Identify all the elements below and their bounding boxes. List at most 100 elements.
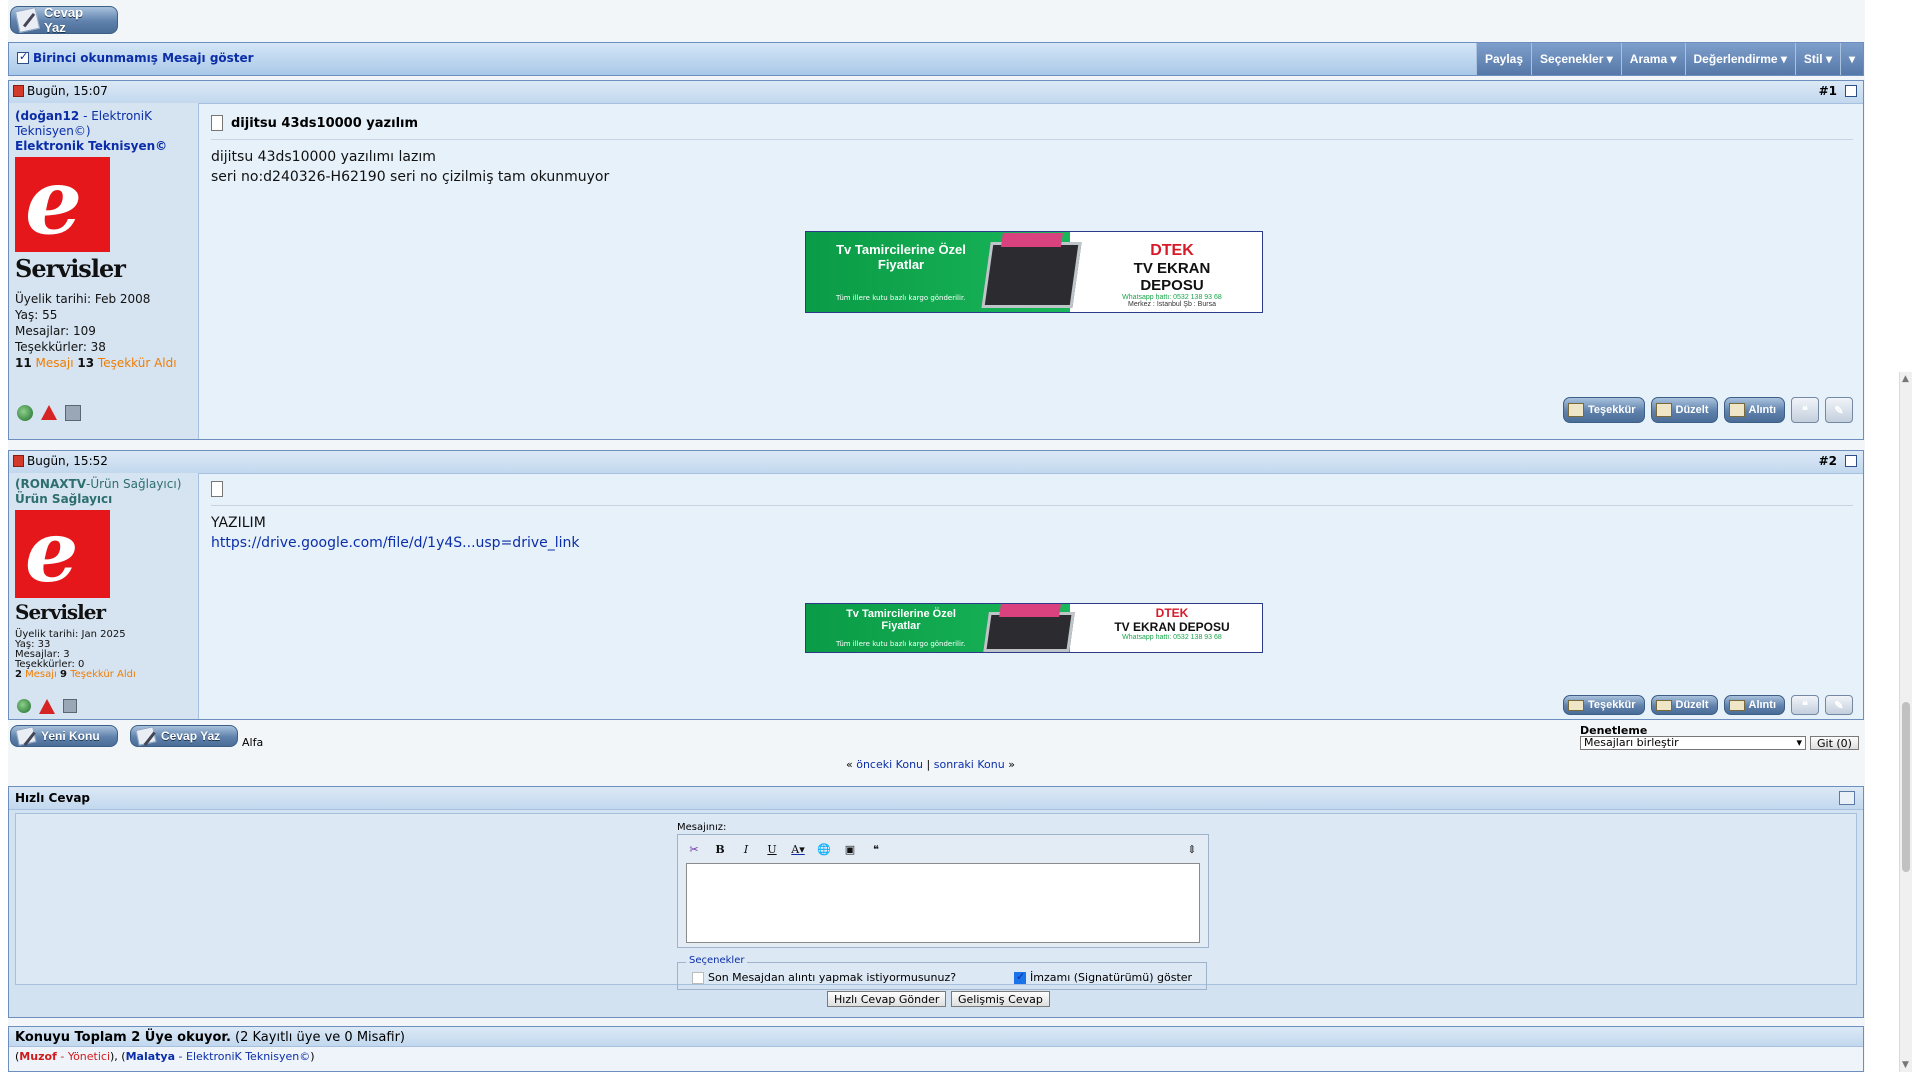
options-legend: Seçenekler: [686, 955, 748, 966]
readers-list: (Muzof - Yönetici), (Malatya - Elektroni…: [15, 1050, 315, 1063]
quote-last-checkbox[interactable]: [692, 971, 704, 984]
edit-button[interactable]: Düzelt: [1650, 397, 1718, 423]
thumbs-up-icon: [1568, 699, 1584, 711]
user-stats: Üyelik tarihi: Feb 2008 Yaş: 55 Mesajlar…: [15, 292, 177, 370]
editor-toolbar: ✂ B I U A▾ 🌐 ▣ ❝ ⇕: [684, 839, 1202, 859]
menu-rating[interactable]: Değerlendirme ▾: [1684, 43, 1795, 75]
post-number-link[interactable]: #2: [1819, 454, 1837, 468]
print-icon[interactable]: [65, 405, 81, 421]
image-icon[interactable]: ▣: [840, 840, 860, 858]
forum-thread-page: Cevap Yaz Birinci okunmamış Mesajı göste…: [8, 0, 1865, 1072]
moderation-select[interactable]: Mesajları birleştir ▾: [1580, 736, 1806, 750]
post-select-checkbox[interactable]: [1845, 455, 1857, 467]
quick-reply-panel: Hızlı Cevap Mesajınız: ✂ B I U A▾ 🌐 ▣ ❝ …: [8, 786, 1864, 1018]
scrollbar-thumb[interactable]: [1902, 702, 1910, 872]
tv-image: [983, 612, 1075, 652]
checkbox-icon: [17, 50, 29, 64]
remove-format-icon[interactable]: ✂: [684, 840, 704, 858]
menu-search[interactable]: Arama ▾: [1620, 43, 1685, 75]
print-icon[interactable]: [63, 699, 77, 713]
multi-quote-button[interactable]: ❝: [1791, 397, 1819, 423]
italic-button[interactable]: I: [736, 840, 756, 858]
reply-button-top[interactable]: Cevap Yaz: [10, 5, 118, 35]
report-icon[interactable]: [39, 699, 55, 714]
post-title: dijitsu 43ds10000 yazılım: [231, 115, 419, 131]
quick-reply-button[interactable]: ✎: [1825, 695, 1853, 715]
post-select-checkbox[interactable]: [1845, 85, 1857, 97]
post-status-icon: [13, 455, 24, 467]
post-header: Bugün, 15:07 #1: [9, 81, 1863, 104]
collapse-icon[interactable]: [1839, 791, 1855, 805]
readers-panel: Konuyu Toplam 2 Üye okuyor. (2 Kayıtlı ü…: [8, 1026, 1864, 1072]
next-topic-link[interactable]: sonraki Konu: [934, 758, 1005, 771]
avatar: e: [15, 149, 110, 255]
show-first-unread-link[interactable]: Birinci okunmamış Mesajı göster: [17, 50, 254, 65]
new-topic-button[interactable]: Yeni Konu: [10, 725, 118, 747]
font-color-icon[interactable]: A▾: [788, 840, 808, 858]
underline-button[interactable]: U: [762, 840, 782, 858]
quick-reply-title: Hızlı Cevap: [15, 791, 90, 805]
message-label: Mesajınız:: [677, 822, 727, 833]
go-button[interactable]: Git (0): [1810, 736, 1859, 750]
reply-options: Seçenekler Son Mesajdan alıntı yapmak is…: [677, 955, 1207, 990]
reply-button-bottom[interactable]: Cevap Yaz: [130, 725, 238, 747]
username-link[interactable]: (doğan12 - ElektroniK Teknisyen©): [15, 109, 192, 139]
signature-checkbox[interactable]: [1014, 970, 1026, 984]
document-icon: [211, 115, 223, 131]
resize-icon[interactable]: ⇕: [1182, 840, 1202, 858]
menu-options[interactable]: Seçenekler ▾: [1531, 43, 1621, 75]
scroll-up-icon[interactable]: ▲: [1902, 374, 1909, 384]
advanced-reply-button[interactable]: Gelişmiş Cevap: [951, 991, 1050, 1007]
quote-icon: [1728, 403, 1745, 417]
tv-image: [981, 242, 1082, 308]
reader-link[interactable]: Muzof: [19, 1050, 57, 1063]
post-2: Bugün, 15:52 #2 (RONAXTV-Ürün Sağlayıcı)…: [8, 450, 1864, 720]
report-icon[interactable]: [41, 405, 57, 420]
user-info-panel: (doğan12 - ElektroniK Teknisyen©) Elektro…: [9, 103, 199, 439]
post-content: dijitsu 43ds10000 yazılım dijitsu 43ds10…: [203, 103, 1859, 439]
quote-icon: [1728, 699, 1745, 711]
page-scrollbar[interactable]: ▲ ▼: [1899, 372, 1912, 1072]
chevron-down-icon: ▾: [1780, 52, 1787, 66]
thanked-link[interactable]: Teşekkür Aldı: [98, 356, 177, 370]
avatar-caption: Servisler: [15, 600, 106, 624]
post-body: dijitsu 43ds10000 yazılımı lazım seri no…: [211, 149, 610, 185]
prev-topic-link[interactable]: önceki Konu: [856, 758, 923, 771]
pencil-icon: [135, 726, 157, 746]
post-body: YAZILIM https://drive.google.com/file/d/…: [211, 515, 580, 551]
pencil-icon: [14, 7, 41, 33]
edit-button[interactable]: Düzelt: [1650, 695, 1718, 715]
drive-link[interactable]: https://drive.google.com/file/d/1y4S...u…: [211, 535, 580, 551]
scroll-down-icon[interactable]: ▼: [1902, 1060, 1909, 1070]
thanked-link[interactable]: Teşekkür Aldı: [70, 669, 136, 680]
online-status-icon: [17, 699, 31, 713]
post-content: YAZILIM https://drive.google.com/file/d/…: [203, 473, 1859, 719]
quick-reply-send-button[interactable]: Hızlı Cevap Gönder: [827, 991, 947, 1007]
multi-quote-button[interactable]: ❝: [1791, 695, 1819, 715]
message-textarea[interactable]: [686, 863, 1200, 943]
menu-style[interactable]: Stil ▾: [1794, 43, 1840, 75]
reply-icon: ✎: [1834, 699, 1844, 712]
thanks-button[interactable]: Teşekkür: [1563, 397, 1645, 423]
multi-quote-icon: ❝: [1802, 404, 1808, 417]
quick-reply-button[interactable]: ✎: [1825, 397, 1853, 423]
user-info-panel: (RONAXTV-Ürün Sağlayıcı) Ürün Sağlayıcı …: [9, 473, 199, 719]
menu-more[interactable]: ▾: [1839, 43, 1863, 75]
link-icon[interactable]: 🌐: [814, 840, 834, 858]
chevron-down-icon: ▾: [1606, 52, 1613, 66]
quote-icon[interactable]: ❝: [866, 840, 886, 858]
advertisement-banner[interactable]: Tv Tamircilerine Özel Fiyatlar Tüm iller…: [805, 231, 1263, 313]
readers-title: Konuyu Toplam 2 Üye okuyor.: [15, 1030, 231, 1045]
username-link[interactable]: (RONAXTV-Ürün Sağlayıcı): [15, 477, 192, 492]
menu-share[interactable]: Paylaş: [1475, 43, 1532, 75]
post-date: Bugün, 15:07: [27, 84, 108, 98]
edit-icon: [1655, 403, 1672, 417]
reader-link[interactable]: Malatya: [126, 1050, 175, 1063]
bold-button[interactable]: B: [710, 840, 730, 858]
document-icon: [211, 481, 223, 497]
quote-button[interactable]: Alıntı: [1723, 397, 1785, 423]
quote-button[interactable]: Alıntı: [1723, 695, 1785, 715]
post-number-link[interactable]: #1: [1819, 84, 1837, 98]
thanks-button[interactable]: Teşekkür: [1563, 695, 1645, 715]
advertisement-banner[interactable]: Tv Tamircilerine Özel Fiyatlar Tüm iller…: [805, 603, 1263, 653]
